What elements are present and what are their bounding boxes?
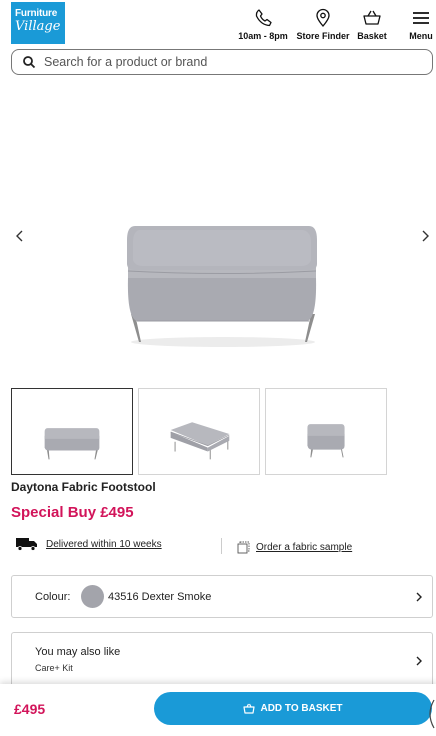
hamburger-icon [413,12,429,24]
basket-label: Basket [357,31,387,41]
phone-hours-link[interactable]: 10am - 8pm [236,8,290,42]
product-title: Daytona Fabric Footstool [11,480,156,494]
also-like-subtitle: Care+ Kit [35,663,73,673]
chevron-right-icon [416,592,422,602]
search-icon [23,56,36,69]
delivery-info-link[interactable]: Delivered within 10 weeks [16,537,162,551]
store-finder-label: Store Finder [296,31,350,41]
phone-hours-label: 10am - 8pm [238,31,288,41]
search-bar[interactable]: Search for a product or brand [11,49,433,75]
logo-line-2: Village [15,19,61,34]
add-to-basket-button[interactable]: ADD TO BASKET [154,692,432,725]
search-placeholder: Search for a product or brand [44,55,208,69]
fabric-swatch-icon [237,541,250,554]
colour-value: 43516 Dexter Smoke [108,591,212,603]
colour-selector[interactable]: Colour: 43516 Dexter Smoke [11,575,433,618]
colour-label: Colour: [35,591,71,603]
chevron-right-icon [416,656,422,666]
sticky-add-to-basket-bar: £495 ADD TO BASKET [0,684,436,736]
footstool-main-image [127,226,317,347]
scroll-handle-icon[interactable] [424,696,436,732]
you-may-also-like-section[interactable]: You may also like Care+ Kit [11,632,433,692]
fabric-sample-link[interactable]: Order a fabric sample [237,541,352,554]
logo-line-1: Furniture [15,8,58,19]
menu-label: Menu [409,31,433,41]
fabric-sample-text: Order a fabric sample [256,542,353,553]
product-image-carousel[interactable] [0,110,436,365]
delivery-text: Delivered within 10 weeks [46,538,162,550]
delivery-truck-icon [16,538,37,551]
basket-link[interactable]: Basket [354,8,390,42]
store-finder-link[interactable]: Store Finder [296,8,350,42]
thumbnail-angle[interactable] [138,388,260,475]
sticky-price: £495 [14,701,46,717]
info-divider [221,538,222,554]
site-header: Furniture Village 10am - 8pm Store Finde… [0,0,436,46]
thumbnail-strip [11,388,391,476]
thumbnail-side[interactable] [265,388,387,475]
chevron-right-icon[interactable] [418,226,432,246]
thumbnail-angle-image [170,422,230,460]
thumbnail-front-image [44,428,100,460]
also-like-title: You may also like [35,646,121,658]
product-price: Special Buy £495 [11,504,134,521]
phone-icon [255,9,272,27]
furniture-village-logo[interactable]: Furniture Village [11,2,65,44]
chevron-left-icon[interactable] [13,226,27,246]
menu-button[interactable]: Menu [405,8,436,42]
location-pin-icon [316,8,330,27]
thumbnail-side-image [307,424,345,458]
add-to-basket-label: ADD TO BASKET [260,703,343,714]
colour-swatch [81,585,104,608]
basket-icon [363,10,381,25]
thumbnail-front[interactable] [11,388,133,475]
basket-icon [243,703,256,714]
